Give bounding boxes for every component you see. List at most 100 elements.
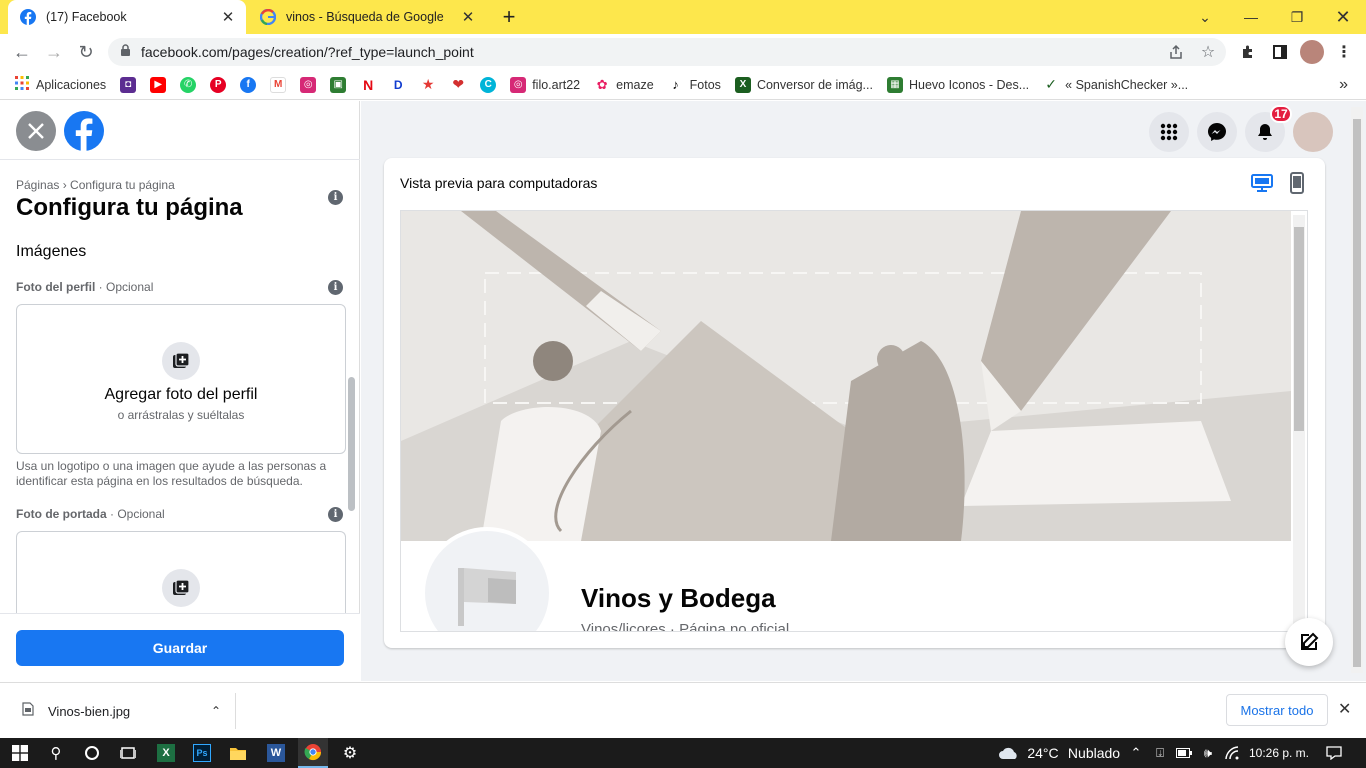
section-title-images: Imágenes xyxy=(16,243,87,260)
minimize-icon[interactable]: — xyxy=(1228,0,1274,34)
cover-photo-dropzone[interactable] xyxy=(16,531,346,621)
bookmark-icon-only[interactable]: P xyxy=(206,72,230,98)
tab-facebook[interactable]: (17) Facebook ✕ xyxy=(8,0,246,34)
close-tab-icon[interactable]: ✕ xyxy=(458,7,478,27)
mobile-preview-icon[interactable] xyxy=(1290,172,1304,199)
profile-avatar[interactable] xyxy=(1300,40,1324,64)
bookmark-icon-only[interactable]: ▶ xyxy=(146,72,170,98)
cover-photo-label: Foto de portada · Opcional xyxy=(16,507,165,521)
show-all-button[interactable]: Mostrar todo xyxy=(1226,694,1328,726)
download-filename: Vinos-bien.jpg xyxy=(48,703,131,719)
messenger-button[interactable] xyxy=(1197,112,1237,152)
photoshop-icon[interactable]: Ps xyxy=(188,738,216,768)
volume-icon[interactable]: 🕪 xyxy=(1198,738,1218,768)
close-tab-icon[interactable]: ✕ xyxy=(218,7,238,27)
bookmark-icon-only[interactable]: ▣ xyxy=(326,72,350,98)
bookmark-apps[interactable]: Aplicaciones xyxy=(10,72,110,98)
page-scroll-thumb[interactable] xyxy=(1353,119,1361,667)
profile-placeholder xyxy=(421,527,553,631)
page-scrollbar[interactable] xyxy=(1351,107,1363,673)
download-item[interactable]: Vinos-bien.jpg ⌃ xyxy=(14,693,236,729)
bookmark-filo[interactable]: ◎ filo.art22 xyxy=(506,72,584,98)
back-icon[interactable]: ← xyxy=(8,38,36,66)
bookmark-icon-only[interactable]: D xyxy=(386,72,410,98)
bookmark-fotos[interactable]: ♪ Fotos xyxy=(664,72,725,98)
forward-icon[interactable]: → xyxy=(40,38,68,66)
preview-scroll-thumb[interactable] xyxy=(1294,227,1304,431)
wifi-icon[interactable] xyxy=(1222,738,1242,768)
weather-description[interactable]: Nublado xyxy=(1064,738,1124,768)
save-button[interactable]: Guardar xyxy=(16,630,344,666)
emaze-icon: ✿ xyxy=(594,76,611,93)
file-explorer-icon[interactable] xyxy=(224,738,252,768)
bookmark-icon-only[interactable]: ❤ xyxy=(446,72,470,98)
add-photo-icon xyxy=(162,569,200,607)
close-button[interactable] xyxy=(16,111,56,151)
cortana-icon[interactable] xyxy=(78,738,106,768)
bookmark-emaze[interactable]: ✿ emaze xyxy=(590,72,658,98)
word-icon[interactable]: W xyxy=(262,738,290,768)
chevron-up-icon[interactable]: ⌃ xyxy=(211,704,221,718)
tab-search-icon[interactable]: ⌄ xyxy=(1182,0,1228,34)
preview-scrollbar[interactable] xyxy=(1293,215,1305,629)
menu-icon[interactable]: ⋮ xyxy=(1332,40,1356,64)
windows-start-icon[interactable] xyxy=(6,738,34,768)
bookmark-icon-only[interactable]: C xyxy=(476,72,500,98)
bookmark-conversor[interactable]: X Conversor de imág... xyxy=(731,72,877,98)
desktop-preview-icon[interactable] xyxy=(1251,173,1273,198)
info-icon[interactable]: i xyxy=(328,280,343,295)
menu-grid-button[interactable] xyxy=(1149,112,1189,152)
share-icon[interactable] xyxy=(1164,40,1188,64)
cover-photo-name: Foto de portada xyxy=(16,507,107,521)
excel-icon[interactable]: X xyxy=(152,738,180,768)
tiktok-icon: ♪ xyxy=(667,76,684,93)
classroom-icon: ▣ xyxy=(330,76,347,93)
bookmarks-overflow[interactable]: » xyxy=(1335,72,1352,98)
facebook-logo[interactable] xyxy=(64,111,104,151)
profile-avatar[interactable] xyxy=(1293,112,1333,152)
bookmark-icon-only[interactable]: M xyxy=(266,72,290,98)
star-icon: ★ xyxy=(420,76,437,93)
bookmark-icon-only[interactable]: ★ xyxy=(416,72,440,98)
info-icon[interactable]: i xyxy=(328,190,343,205)
bookmark-huevo[interactable]: ▦ Huevo Iconos - Des... xyxy=(883,72,1033,98)
canva-icon: C xyxy=(480,76,497,93)
restore-icon[interactable]: ❐ xyxy=(1274,0,1320,34)
address-bar[interactable]: facebook.com/pages/creation/?ref_type=la… xyxy=(108,38,1226,66)
reload-icon[interactable]: ↻ xyxy=(72,38,100,66)
apps-grid-icon xyxy=(14,75,30,94)
battery-icon[interactable] xyxy=(1174,738,1194,768)
huevo-icon: ▦ xyxy=(886,76,903,93)
bookmark-label: « SpanishChecker »... xyxy=(1065,77,1189,92)
side-panel-icon[interactable] xyxy=(1268,40,1292,64)
profile-photo-dropzone[interactable]: Agregar foto del perfil o arrástralas y … xyxy=(16,304,346,454)
bookmark-icon-only[interactable]: f xyxy=(236,72,260,98)
chevron-up-icon[interactable]: ⌃ xyxy=(1128,738,1144,768)
search-icon[interactable]: ⚲ xyxy=(42,738,70,768)
bookmark-icon-only[interactable]: N xyxy=(356,72,380,98)
bookmark-star-icon[interactable]: ☆ xyxy=(1196,40,1220,64)
bookmark-icon-only[interactable]: ◎ xyxy=(296,72,320,98)
usb-icon[interactable]: ⍗ xyxy=(1150,738,1170,768)
edit-button[interactable] xyxy=(1285,618,1333,666)
task-view-icon[interactable] xyxy=(114,738,142,768)
bookmark-icon-only[interactable]: ◘ xyxy=(116,72,140,98)
bookmark-icon-only[interactable]: ✆ xyxy=(176,72,200,98)
notification-center-icon[interactable] xyxy=(1322,738,1346,768)
weather-temperature[interactable]: 24°C xyxy=(1026,738,1060,768)
bookmark-spanishchecker[interactable]: ✓ « SpanishChecker »... xyxy=(1039,72,1192,98)
chrome-icon[interactable] xyxy=(298,738,328,768)
clock[interactable]: 10:26 p. m. xyxy=(1246,738,1312,768)
windows-taskbar: ⚲ X Ps W ⚙ 24°C Nublado ⌃ ⍗ 🕪 10:26 p. m… xyxy=(0,738,1366,768)
tab-google[interactable]: vinos - Búsqueda de Google ✕ xyxy=(248,0,486,34)
close-window-icon[interactable]: ✕ xyxy=(1320,0,1366,34)
weather-cloud-icon xyxy=(994,738,1024,768)
settings-gear-icon[interactable]: ⚙ xyxy=(336,738,364,768)
extensions-icon[interactable] xyxy=(1236,40,1260,64)
panel-scrollbar[interactable] xyxy=(348,377,355,511)
info-icon[interactable]: i xyxy=(328,507,343,522)
close-downloads-icon[interactable]: ✕ xyxy=(1338,699,1351,719)
new-tab-button[interactable]: + xyxy=(494,0,524,34)
edit-icon xyxy=(1301,632,1319,650)
page-setup-panel: Páginas › Configura tu página Configura … xyxy=(0,101,360,681)
